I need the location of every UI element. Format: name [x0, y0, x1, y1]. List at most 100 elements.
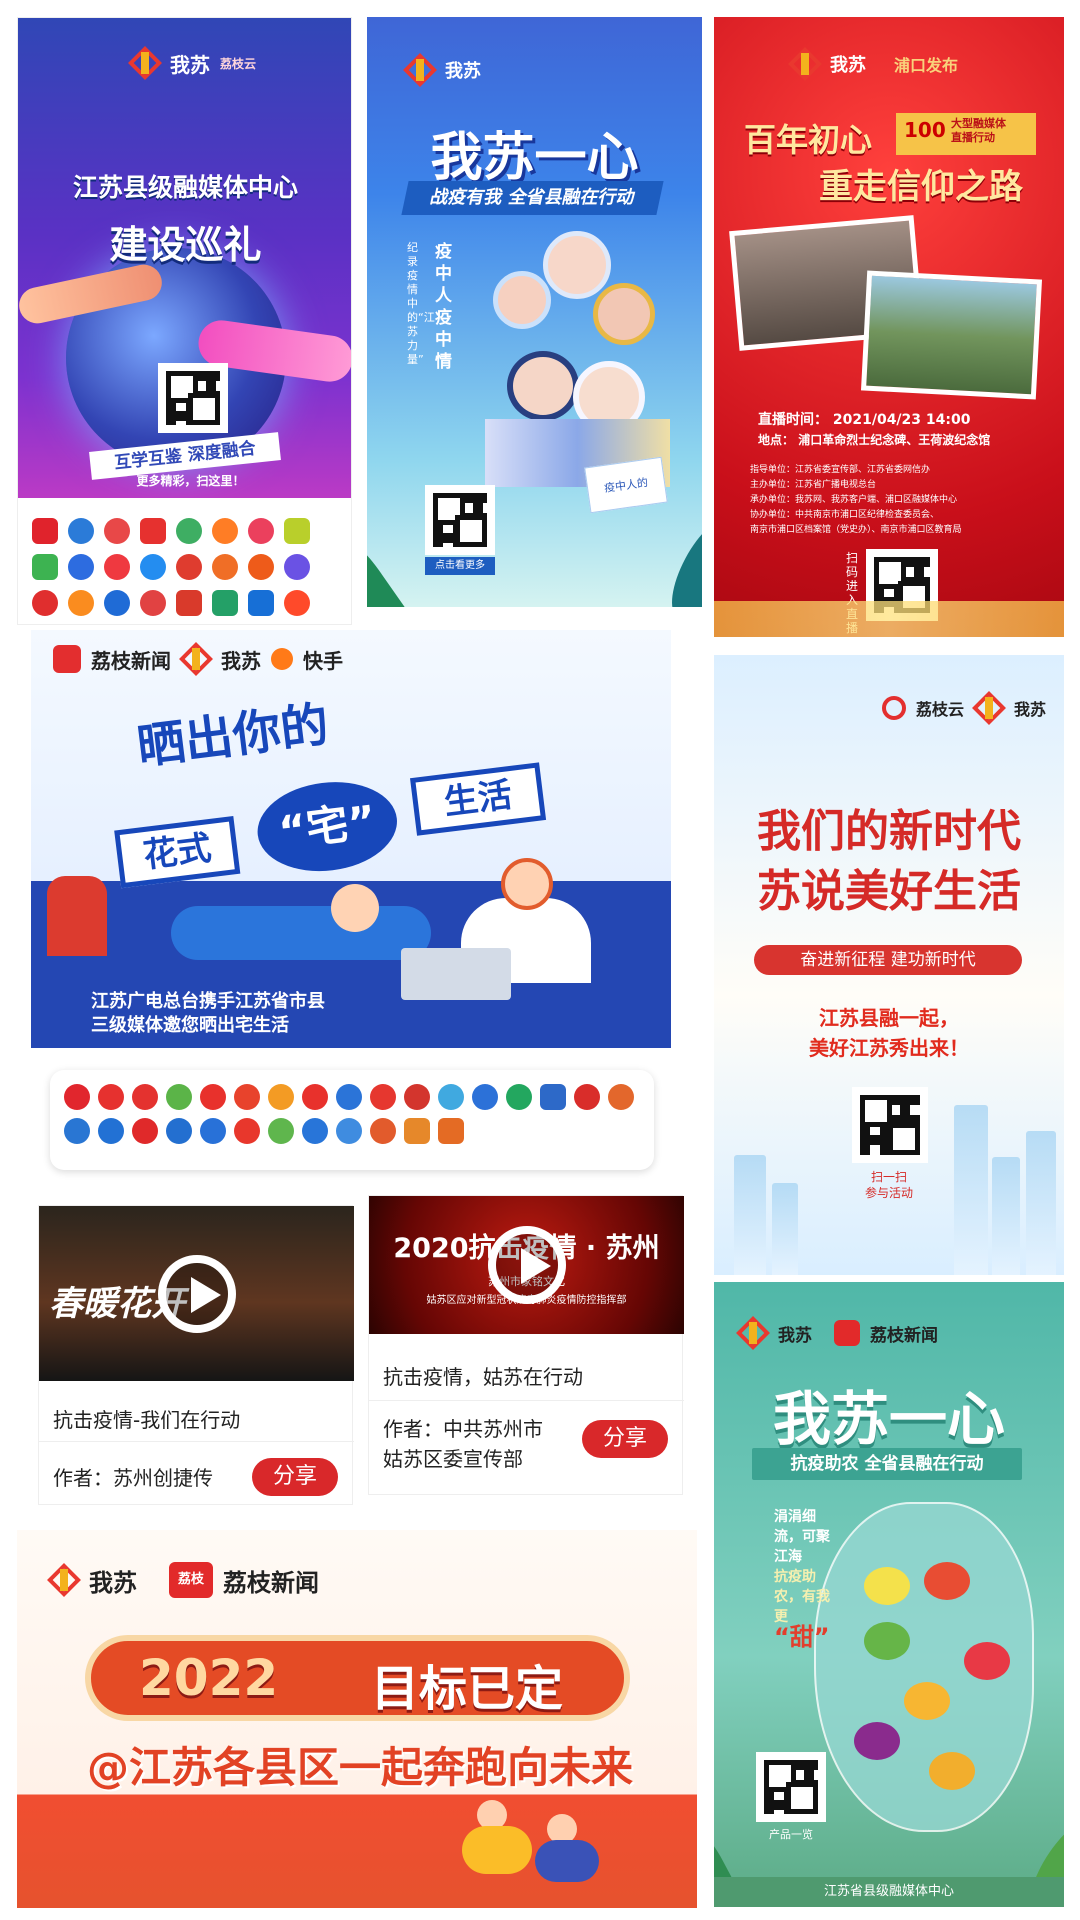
- home-life-poster[interactable]: 荔枝新闻 我苏 快手 晒出你的 花式 “宅” 生活 江苏广电总台携手江苏省市县 …: [17, 630, 685, 1185]
- media-logo-icon: [212, 554, 238, 580]
- farm-footer: 江苏省县级融媒体中心: [714, 1877, 1064, 1907]
- goal-poster[interactable]: 我苏 荔枝 荔枝新闻 2022 目标已定 @江苏各县区一起奔跑向未来: [17, 1530, 697, 1908]
- epidemic-poster[interactable]: 我苏 我苏一心 战疫有我 全省县融在行动 疫中人 疫中情 纪录疫情中的“江苏力量…: [367, 17, 702, 607]
- play-icon[interactable]: [157, 1254, 236, 1333]
- fruit-icon: [864, 1567, 910, 1605]
- lizhi-logo-icon: [53, 645, 81, 673]
- media-logo-icon: [98, 1084, 124, 1110]
- wosu-logo-icon: [130, 48, 160, 78]
- tour-title-line-2: 建设巡礼: [109, 223, 262, 267]
- share-button[interactable]: 分享: [582, 1420, 668, 1458]
- qr-code[interactable]: [158, 363, 228, 433]
- leaf-decoration: [659, 510, 702, 607]
- media-logo-icon: [200, 1084, 226, 1110]
- media-logo-icon: [140, 590, 166, 616]
- wosu-logo-icon: [181, 644, 211, 674]
- building-graphic: [992, 1157, 1020, 1275]
- video-thumbnail[interactable]: 春暖花开: [39, 1206, 354, 1381]
- video-card[interactable]: 2020抗击疫情 · 苏州 苏州市家铭文化 姑苏区应对新型冠状病毒肺炎疫情防控指…: [368, 1195, 684, 1495]
- media-logo-icon: [212, 518, 238, 544]
- home-title-top: 晒出你的: [134, 696, 332, 776]
- media-logo-icon: [64, 1118, 90, 1144]
- media-logo-icon: [32, 590, 58, 616]
- building-graphic: [1026, 1131, 1056, 1275]
- media-logo-icon: [284, 518, 310, 544]
- faith-logo-text: 我苏: [830, 55, 866, 76]
- media-logo-icon: [166, 1084, 192, 1110]
- faith-time-row: 直播时间： 2021/04/23 14:00: [758, 409, 1043, 429]
- media-logo-icon: [574, 1084, 600, 1110]
- farm-poem: 涓涓细流，可聚江海 抗疫助农，有我更 “甜”: [774, 1507, 832, 1649]
- tour-more-text: 更多精彩，扫这里！: [136, 474, 245, 488]
- media-logo-icon: [268, 1084, 294, 1110]
- new-era-qr-caption: 扫一扫 参与活动: [834, 1169, 944, 1201]
- new-era-ribbon: 奋进新征程 建功新时代: [754, 945, 1022, 975]
- new-era-qr-caption-line-1: 扫一扫: [870, 1170, 907, 1184]
- wosu-logo-icon: [405, 55, 435, 85]
- faith-place-row: 地点： 浦口革命烈士纪念碑、王荷波纪念馆: [758, 431, 1048, 448]
- video-author-line-2: 姑苏区委宣传部: [383, 1447, 523, 1471]
- faith-time-label: 直播时间：: [758, 412, 828, 428]
- memorial-photos: [729, 215, 1044, 408]
- faith-place-label: 地点：: [758, 433, 795, 447]
- epidemic-title: 我苏一心: [430, 128, 639, 188]
- tour-logo-text: 我苏: [170, 52, 210, 77]
- goal-year: 2022: [139, 1649, 279, 1707]
- building-graphic: [954, 1105, 988, 1275]
- new-era-logo: 我苏: [1014, 700, 1047, 719]
- media-logo-icon: [336, 1084, 362, 1110]
- media-logo-icon: [540, 1084, 566, 1110]
- media-logo-icon: [176, 554, 202, 580]
- media-logo-icon: [370, 1118, 396, 1144]
- goal-logo: 我苏: [89, 1568, 137, 1597]
- faith-title-line-2: 重走信仰之路: [819, 167, 1023, 207]
- video-author-line-1: 作者：中共苏州市: [383, 1417, 543, 1441]
- video-author: 作者：苏州创捷传: [53, 1466, 213, 1490]
- faith-time-value: 2021/04/23 14:00: [832, 412, 971, 428]
- building-graphic: [772, 1183, 798, 1275]
- fruit-icon: [924, 1562, 970, 1600]
- farm-subtitle: 抗疫助农 全省县融在行动: [752, 1448, 1022, 1480]
- video-title[interactable]: 抗击疫情，姑苏在行动: [383, 1361, 583, 1390]
- epidemic-logo-text: 我苏: [445, 61, 481, 82]
- faith-partner-text: 浦口发布: [894, 56, 959, 75]
- qr-code[interactable]: [756, 1752, 826, 1822]
- video-card[interactable]: 春暖花开 抗击疫情-我们在行动 作者：苏州创捷传 分享: [38, 1205, 354, 1505]
- goal-subtitle: @江苏各县区一起奔跑向未来: [86, 1743, 633, 1792]
- qr-code[interactable]: [852, 1087, 928, 1163]
- faith-poster[interactable]: 我苏 浦口发布 百年初心 重走信仰之路 100 大型融媒体 直播行动 直播时间：…: [714, 17, 1064, 637]
- media-logo-icon: [68, 590, 94, 616]
- frontline-workers-illustration: [485, 231, 670, 487]
- media-logo-icon: [302, 1084, 328, 1110]
- farm-logo: 我苏: [778, 1325, 812, 1346]
- play-icon[interactable]: [487, 1226, 566, 1304]
- qr-code[interactable]: [425, 485, 495, 555]
- video-title[interactable]: 抗击疫情-我们在行动: [53, 1404, 240, 1433]
- golden-wave: [714, 601, 1064, 637]
- media-logo-icon: [68, 554, 94, 580]
- media-logo-icon: [140, 518, 166, 544]
- media-logo-icon: [104, 590, 130, 616]
- new-era-slogan: 江苏县融一起， 美好江苏秀出来！: [714, 1003, 1064, 1063]
- media-logo-icon: [176, 590, 202, 616]
- tour-logo-subtext: 荔枝云: [220, 56, 257, 71]
- new-era-title-line-1: 我们的新时代: [757, 806, 1021, 857]
- new-era-qr-caption-line-2: 参与活动: [864, 1186, 913, 1200]
- new-era-poster[interactable]: 荔枝云 我苏 我们的新时代 苏说美好生活 奋进新征程 建功新时代 江苏县融一起，…: [714, 655, 1064, 1275]
- home-logo: 荔枝新闻: [91, 648, 171, 673]
- farm-poster[interactable]: 我苏 荔枝新闻 我苏一心 抗疫助农 全省县融在行动 涓涓细流，可聚江海 抗疫助农…: [714, 1282, 1064, 1907]
- video-thumbnail[interactable]: 2020抗击疫情 · 苏州 苏州市家铭文化 姑苏区应对新型冠状病毒肺炎疫情防控指…: [369, 1196, 684, 1334]
- video-cards[interactable]: 春暖花开 抗击疫情-我们在行动 作者：苏州创捷传 分享 2020抗击疫情 · 苏…: [38, 1195, 688, 1510]
- new-era-logo: 荔枝云: [916, 700, 965, 719]
- media-logo-icon: [212, 590, 238, 616]
- share-button[interactable]: 分享: [252, 1458, 338, 1496]
- media-logo-icon: [608, 1084, 634, 1110]
- media-logo-icon: [32, 518, 58, 544]
- tour-poster[interactable]: 我苏 荔枝云 江苏县级融媒体中心 建设巡礼 互学互鉴 深度融合 更多精彩，扫这里…: [17, 17, 352, 625]
- home-people-illustration: [31, 858, 671, 1000]
- media-logo-icon: [166, 1118, 192, 1144]
- media-logo-icon: [132, 1118, 158, 1144]
- media-logo-icon: [506, 1084, 532, 1110]
- farm-logo: 荔枝新闻: [870, 1325, 938, 1346]
- kuaishou-logo-icon: [271, 648, 293, 670]
